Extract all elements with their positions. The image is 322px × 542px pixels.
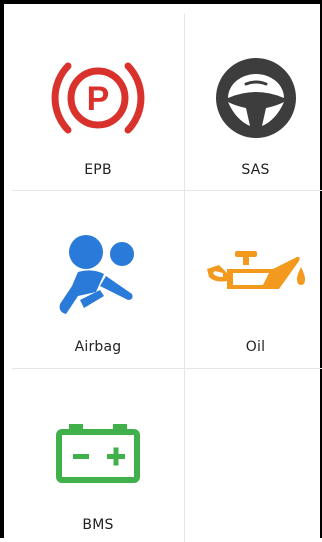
tile-airbag[interactable]: Airbag <box>12 191 184 368</box>
app-frame: P EPB SAS Airbag Oil BMS <box>0 0 322 542</box>
tile-bms[interactable]: BMS <box>12 369 184 542</box>
tile-airbag-label: Airbag <box>74 339 122 355</box>
tile-bms-label: BMS <box>82 517 114 533</box>
oil-can-icon <box>185 227 322 323</box>
tile-epb-label: EPB <box>84 162 112 178</box>
function-grid: P EPB SAS Airbag Oil BMS <box>12 14 322 542</box>
tile-epb[interactable]: P EPB <box>12 14 184 190</box>
tile-oil[interactable]: Oil <box>185 191 322 368</box>
airbag-icon <box>12 227 184 323</box>
tile-oil-label: Oil <box>245 339 266 355</box>
empty-cell <box>185 369 322 542</box>
steering-wheel-icon <box>185 50 322 146</box>
battery-icon <box>12 405 184 501</box>
tile-sas[interactable]: SAS <box>185 14 322 190</box>
tile-sas-label: SAS <box>241 162 270 178</box>
svg-text:P: P <box>87 80 110 118</box>
parking-brake-icon: P <box>12 50 184 146</box>
